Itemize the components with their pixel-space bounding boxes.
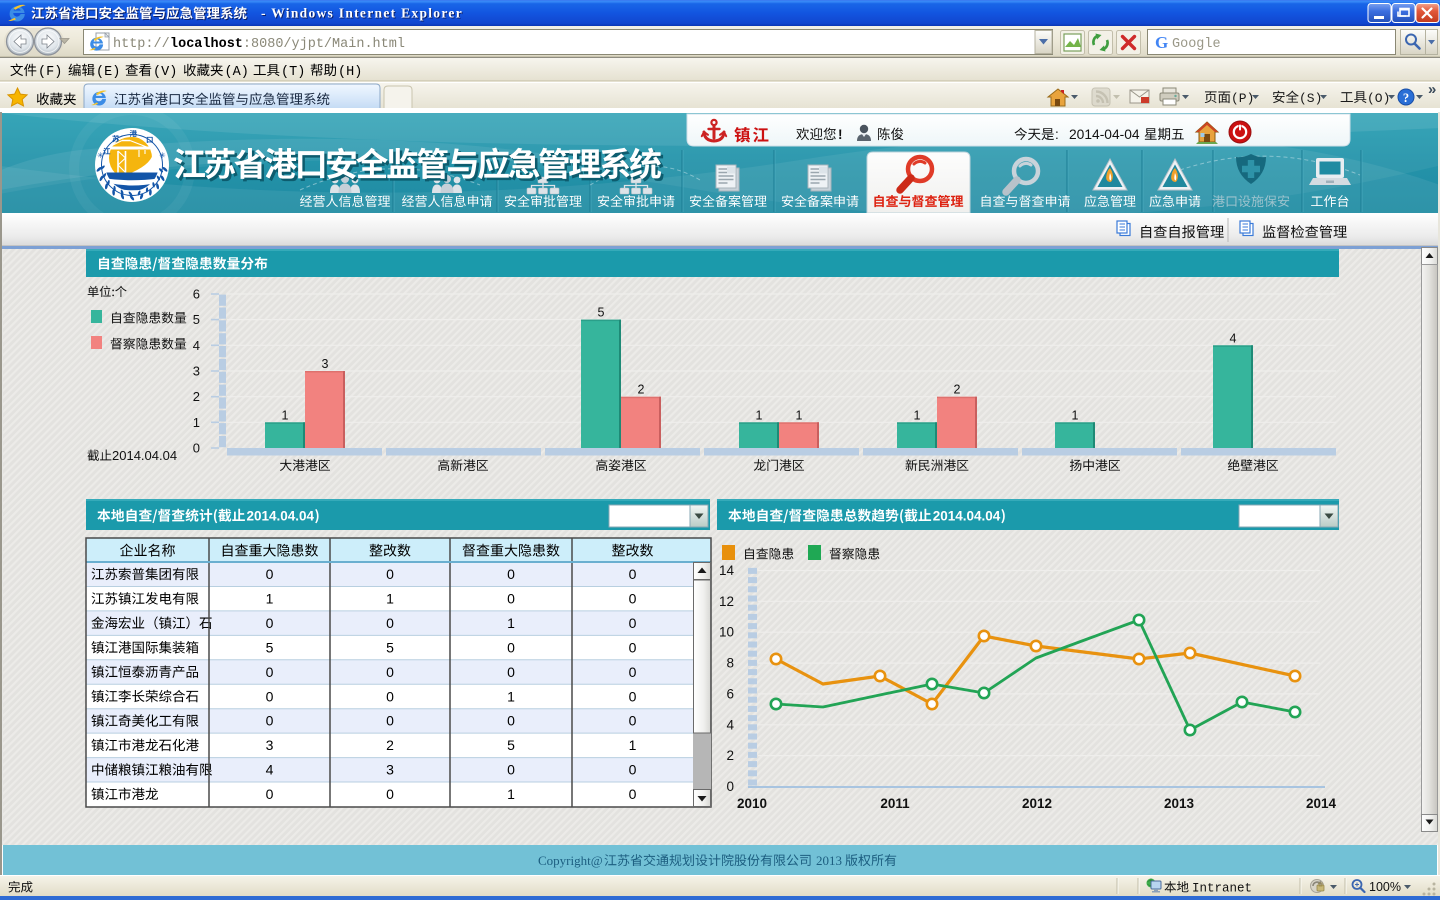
svg-text:4: 4 — [193, 338, 200, 353]
svg-text:(T): (T) — [281, 65, 305, 80]
svg-text:2014.04.04: 2014.04.04 — [112, 448, 177, 463]
svg-text:1: 1 — [756, 408, 763, 422]
svg-text:0: 0 — [629, 590, 637, 606]
svg-text:0: 0 — [266, 786, 274, 802]
svg-text:Intranet: Intranet — [1192, 882, 1252, 896]
svg-text:2014.04.04: 2014.04.04 — [246, 509, 314, 524]
svg-text:3: 3 — [193, 363, 200, 378]
svg-text:(V): (V) — [153, 65, 177, 80]
svg-text:5: 5 — [266, 639, 274, 655]
svg-text:0: 0 — [386, 566, 394, 582]
svg-text:?: ? — [1403, 91, 1409, 105]
svg-text:2013: 2013 — [816, 853, 842, 868]
svg-text:4: 4 — [1230, 331, 1237, 345]
svg-text:2: 2 — [726, 748, 734, 763]
svg-text:0: 0 — [266, 566, 274, 582]
svg-text:0: 0 — [507, 762, 515, 778]
svg-text:Copyright@: Copyright@ — [538, 853, 603, 868]
svg-text:4: 4 — [726, 717, 734, 732]
svg-text:- Windows Internet Explorer: - Windows Internet Explorer — [261, 6, 463, 21]
svg-text:1: 1 — [796, 408, 803, 422]
svg-text:✳: ✳ — [97, 151, 104, 160]
svg-text:2012: 2012 — [1022, 796, 1052, 811]
svg-text:2013: 2013 — [1164, 796, 1195, 811]
svg-text:0: 0 — [386, 713, 394, 729]
svg-text:5: 5 — [598, 306, 605, 320]
svg-text:4: 4 — [266, 762, 274, 778]
svg-text:3: 3 — [266, 737, 274, 753]
svg-text:http://: http:// — [113, 37, 170, 52]
svg-text:5: 5 — [507, 737, 515, 753]
svg-text:0: 0 — [386, 688, 394, 704]
svg-text:2: 2 — [954, 383, 961, 397]
svg-text:2011: 2011 — [880, 796, 910, 811]
svg-text:»: » — [1428, 81, 1436, 98]
svg-text:0: 0 — [507, 639, 515, 655]
svg-text:0: 0 — [629, 688, 637, 704]
svg-text:0: 0 — [629, 664, 637, 680]
svg-text:1: 1 — [914, 408, 921, 422]
svg-text:10: 10 — [719, 625, 734, 640]
svg-text:1: 1 — [507, 615, 515, 631]
svg-text:0: 0 — [629, 786, 637, 802]
svg-text:1: 1 — [282, 408, 289, 422]
svg-text:(F): (F) — [38, 65, 62, 80]
svg-text:1: 1 — [629, 737, 637, 753]
svg-text:0: 0 — [629, 639, 637, 655]
svg-text:0: 0 — [629, 566, 637, 582]
svg-text:1: 1 — [1072, 408, 1079, 422]
svg-text:1: 1 — [266, 590, 274, 606]
svg-text:0: 0 — [386, 664, 394, 680]
svg-text:1: 1 — [386, 590, 394, 606]
svg-text:14: 14 — [719, 563, 735, 578]
svg-text:0: 0 — [507, 590, 515, 606]
svg-text:(S): (S) — [1299, 91, 1322, 106]
svg-text:Google: Google — [1172, 37, 1221, 52]
svg-text:0: 0 — [266, 664, 274, 680]
svg-text:1: 1 — [507, 786, 515, 802]
svg-text:2: 2 — [638, 383, 645, 397]
svg-text:0: 0 — [193, 441, 200, 456]
svg-text:0: 0 — [726, 779, 734, 794]
svg-text:100%: 100% — [1369, 880, 1401, 894]
svg-text:0: 0 — [266, 688, 274, 704]
svg-text:(P): (P) — [1231, 91, 1254, 106]
svg-text:0: 0 — [266, 713, 274, 729]
svg-text:0: 0 — [507, 566, 515, 582]
svg-text:G: G — [1155, 33, 1168, 52]
svg-text:2: 2 — [386, 737, 394, 753]
svg-text:2014.04.04: 2014.04.04 — [933, 509, 1001, 524]
svg-text:(H): (H) — [338, 65, 362, 80]
svg-text:3: 3 — [322, 357, 329, 371]
svg-text:0: 0 — [266, 615, 274, 631]
svg-text:3: 3 — [386, 762, 394, 778]
svg-text:2014: 2014 — [1306, 796, 1337, 811]
svg-text:1: 1 — [507, 688, 515, 704]
svg-text:0: 0 — [507, 664, 515, 680]
svg-text:(E): (E) — [96, 65, 120, 80]
svg-text:0: 0 — [386, 615, 394, 631]
svg-text:(O): (O) — [1367, 91, 1390, 106]
svg-text:1: 1 — [193, 415, 200, 430]
svg-text:12: 12 — [719, 594, 734, 609]
svg-text:0: 0 — [629, 713, 637, 729]
svg-text:0: 0 — [507, 713, 515, 729]
svg-text:2010: 2010 — [737, 796, 767, 811]
svg-text:0: 0 — [386, 786, 394, 802]
svg-text:localhost:8080/yjpt/Main.html: localhost:8080/yjpt/Main.html — [170, 37, 405, 52]
svg-text:✳: ✳ — [159, 151, 166, 160]
svg-text:2: 2 — [193, 389, 200, 404]
svg-text:(A): (A) — [225, 65, 249, 80]
svg-text:!: ! — [838, 127, 843, 142]
svg-text:8: 8 — [726, 656, 734, 671]
svg-text:2014-04-04: 2014-04-04 — [1069, 127, 1140, 142]
svg-text::: : — [1055, 127, 1059, 142]
svg-text:5: 5 — [193, 312, 200, 327]
svg-text:0: 0 — [629, 615, 637, 631]
svg-text:5: 5 — [386, 639, 394, 655]
svg-text:0: 0 — [629, 762, 637, 778]
svg-text:6: 6 — [193, 286, 200, 301]
svg-text:6: 6 — [726, 686, 734, 701]
